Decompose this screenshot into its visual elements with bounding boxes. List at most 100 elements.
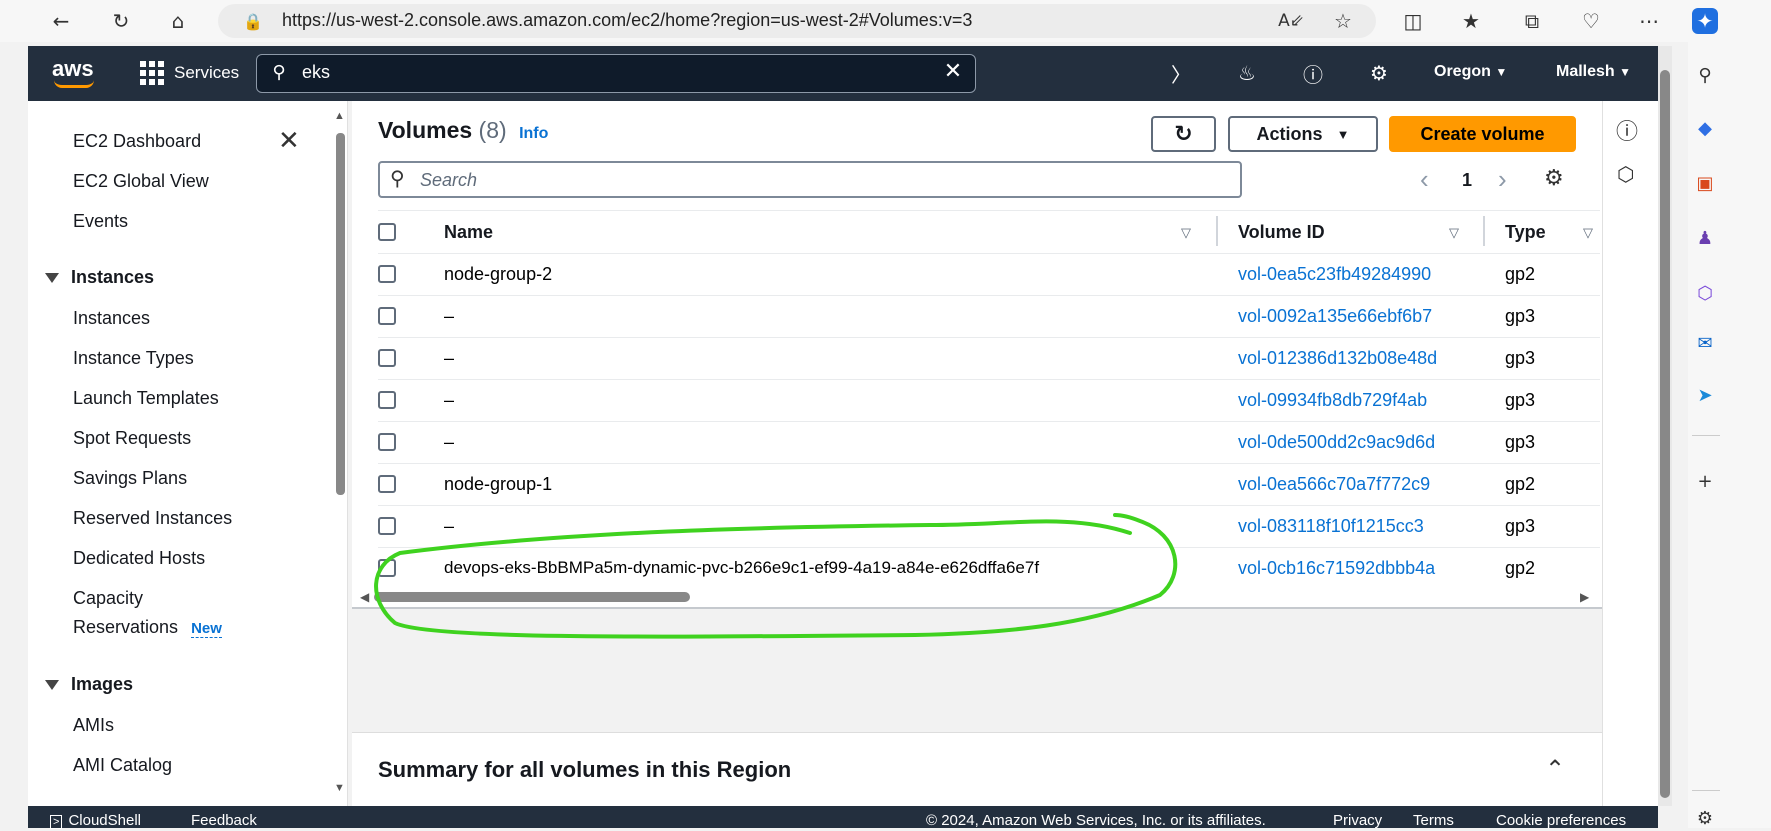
- nav-dedicated-hosts[interactable]: Dedicated Hosts: [73, 548, 205, 569]
- aws-smile-logo: [54, 80, 94, 88]
- nav-capacity-reservations[interactable]: Capacity: [73, 588, 143, 609]
- volume-id-link[interactable]: vol-0ea566c70a7f772c9: [1238, 474, 1430, 495]
- nav-scrollbar-thumb[interactable]: [336, 133, 345, 495]
- nav-ec2-global-view[interactable]: EC2 Global View: [73, 171, 209, 192]
- cookie-preferences-link[interactable]: Cookie preferences: [1496, 812, 1626, 829]
- info-panel-icon[interactable]: ⓘ: [1616, 114, 1638, 146]
- terms-link[interactable]: Terms: [1413, 812, 1454, 829]
- select-all-checkbox[interactable]: [378, 223, 396, 241]
- back-icon[interactable]: ←: [48, 8, 74, 34]
- page-number[interactable]: 1: [1462, 170, 1472, 191]
- volume-id-link[interactable]: vol-0092a135e66ebf6b7: [1238, 306, 1432, 327]
- nav-section-instances[interactable]: Instances: [45, 267, 154, 288]
- nav-launch-templates[interactable]: Launch Templates: [73, 388, 219, 409]
- collapse-chevron-icon[interactable]: ⌃: [1545, 755, 1565, 783]
- volume-id-link[interactable]: vol-083118f10f1215cc3: [1238, 516, 1424, 537]
- nav-instance-types[interactable]: Instance Types: [73, 348, 194, 369]
- volume-id-link[interactable]: vol-09934fb8db729f4ab: [1238, 390, 1427, 411]
- copilot-icon[interactable]: ✦: [1692, 8, 1718, 34]
- prev-page-icon[interactable]: ‹: [1420, 164, 1429, 195]
- office-icon[interactable]: ⬡: [1692, 280, 1718, 306]
- nav-spot-requests[interactable]: Spot Requests: [73, 428, 191, 449]
- nav-events[interactable]: Events: [73, 211, 128, 232]
- heart-monitor-icon[interactable]: ♡: [1578, 8, 1604, 34]
- row-checkbox[interactable]: [378, 391, 396, 409]
- sort-caret-icon[interactable]: ▽: [1181, 225, 1191, 241]
- region-selector[interactable]: Oregon ▼: [1434, 63, 1507, 81]
- scroll-right-icon[interactable]: ▶: [1580, 590, 1589, 604]
- url-text[interactable]: https://us-west-2.console.aws.amazon.com…: [282, 10, 972, 31]
- actions-button[interactable]: Actions ▼: [1228, 116, 1378, 152]
- column-header-volume-id[interactable]: Volume ID: [1238, 222, 1325, 243]
- tag-icon[interactable]: ◆: [1692, 115, 1718, 141]
- settings-gear-icon[interactable]: ⚙: [1364, 58, 1394, 88]
- split-screen-icon[interactable]: ◫: [1400, 8, 1426, 34]
- nav-instances[interactable]: Instances: [73, 308, 150, 329]
- scroll-up-icon[interactable]: ▲: [334, 110, 345, 122]
- row-checkbox[interactable]: [378, 433, 396, 451]
- nav-reserved-instances[interactable]: Reserved Instances: [73, 508, 232, 529]
- read-aloud-icon[interactable]: A⇙: [1278, 8, 1304, 34]
- page-scrollbar-thumb[interactable]: [1660, 70, 1670, 798]
- cloudshell-icon[interactable]: 〉: [1166, 58, 1196, 88]
- nav-savings-plans[interactable]: Savings Plans: [73, 468, 187, 489]
- close-nav-icon[interactable]: ✕: [278, 126, 300, 156]
- toolbox-icon[interactable]: ▣: [1692, 170, 1718, 196]
- row-checkbox[interactable]: [378, 265, 396, 283]
- summary-title[interactable]: Summary for all volumes in this Region: [378, 757, 791, 783]
- feedback-link[interactable]: Feedback: [191, 812, 257, 829]
- favorites-icon[interactable]: ★: [1458, 8, 1484, 34]
- next-page-icon[interactable]: ›: [1498, 164, 1507, 195]
- info-link[interactable]: Info: [519, 125, 548, 142]
- nav-ec2-dashboard[interactable]: EC2 Dashboard: [73, 131, 201, 152]
- volume-name: –: [444, 348, 455, 368]
- row-checkbox[interactable]: [378, 349, 396, 367]
- gear-icon[interactable]: ⚙: [1692, 805, 1718, 831]
- games-icon[interactable]: ♟: [1692, 225, 1718, 251]
- column-resizer[interactable]: [1483, 216, 1485, 246]
- volume-id-link[interactable]: vol-012386d132b08e48d: [1238, 348, 1437, 369]
- privacy-link[interactable]: Privacy: [1333, 812, 1382, 829]
- lock-icon[interactable]: 🔒: [240, 8, 266, 34]
- drop-icon[interactable]: ➤: [1692, 382, 1718, 408]
- volume-id-link[interactable]: vol-0ea5c23fb49284990: [1238, 264, 1431, 285]
- cloudshell-link[interactable]: > CloudShell: [50, 812, 141, 829]
- clear-search-icon[interactable]: ✕: [938, 56, 968, 86]
- tutorial-hexagon-icon[interactable]: ⬡: [1617, 162, 1634, 186]
- table-preferences-gear-icon[interactable]: ⚙: [1544, 166, 1564, 191]
- nav-section-images[interactable]: Images: [45, 674, 133, 695]
- column-resizer[interactable]: [1216, 216, 1218, 246]
- scroll-down-icon[interactable]: ▼: [334, 782, 345, 794]
- volume-type: gp2: [1505, 264, 1536, 284]
- notifications-bell-icon[interactable]: ♨: [1232, 58, 1262, 88]
- services-button[interactable]: Services: [140, 58, 239, 88]
- refresh-icon[interactable]: ↻: [108, 8, 134, 34]
- aws-logo[interactable]: aws: [52, 56, 94, 82]
- account-menu[interactable]: Mallesh ▼: [1556, 63, 1631, 81]
- sort-caret-icon[interactable]: ▽: [1449, 225, 1459, 241]
- nav-ami-catalog[interactable]: AMI Catalog: [73, 755, 172, 776]
- search-input[interactable]: [256, 54, 976, 93]
- column-header-name[interactable]: Name: [444, 222, 493, 243]
- help-icon[interactable]: ⓘ: [1298, 58, 1328, 88]
- nav-capacity-reservations-line2[interactable]: Reservations New: [73, 617, 222, 638]
- favorite-star-icon[interactable]: ☆: [1330, 8, 1356, 34]
- row-checkbox[interactable]: [378, 307, 396, 325]
- nav-amis[interactable]: AMIs: [73, 715, 114, 736]
- refresh-button[interactable]: ↻: [1151, 116, 1216, 152]
- column-header-type[interactable]: Type: [1505, 222, 1546, 243]
- more-icon[interactable]: ⋯: [1636, 8, 1662, 34]
- collections-icon[interactable]: ⧉: [1519, 8, 1545, 34]
- volume-search-input[interactable]: [378, 161, 1242, 198]
- scroll-left-icon[interactable]: ◀: [360, 590, 369, 604]
- search-icon[interactable]: ⚲: [1692, 62, 1718, 88]
- cloudshell-icon: >: [50, 815, 63, 829]
- add-icon[interactable]: +: [1692, 468, 1718, 494]
- home-icon[interactable]: ⌂: [165, 8, 191, 34]
- volume-id-link[interactable]: vol-0de500dd2c9ac9d6d: [1238, 432, 1435, 453]
- row-checkbox[interactable]: [378, 475, 396, 493]
- sort-caret-icon[interactable]: ▽: [1583, 225, 1593, 241]
- outlook-icon[interactable]: ✉: [1692, 330, 1718, 356]
- create-volume-button[interactable]: Create volume: [1389, 116, 1576, 152]
- volume-id-link[interactable]: vol-0cb16c71592dbbb4a: [1238, 558, 1435, 579]
